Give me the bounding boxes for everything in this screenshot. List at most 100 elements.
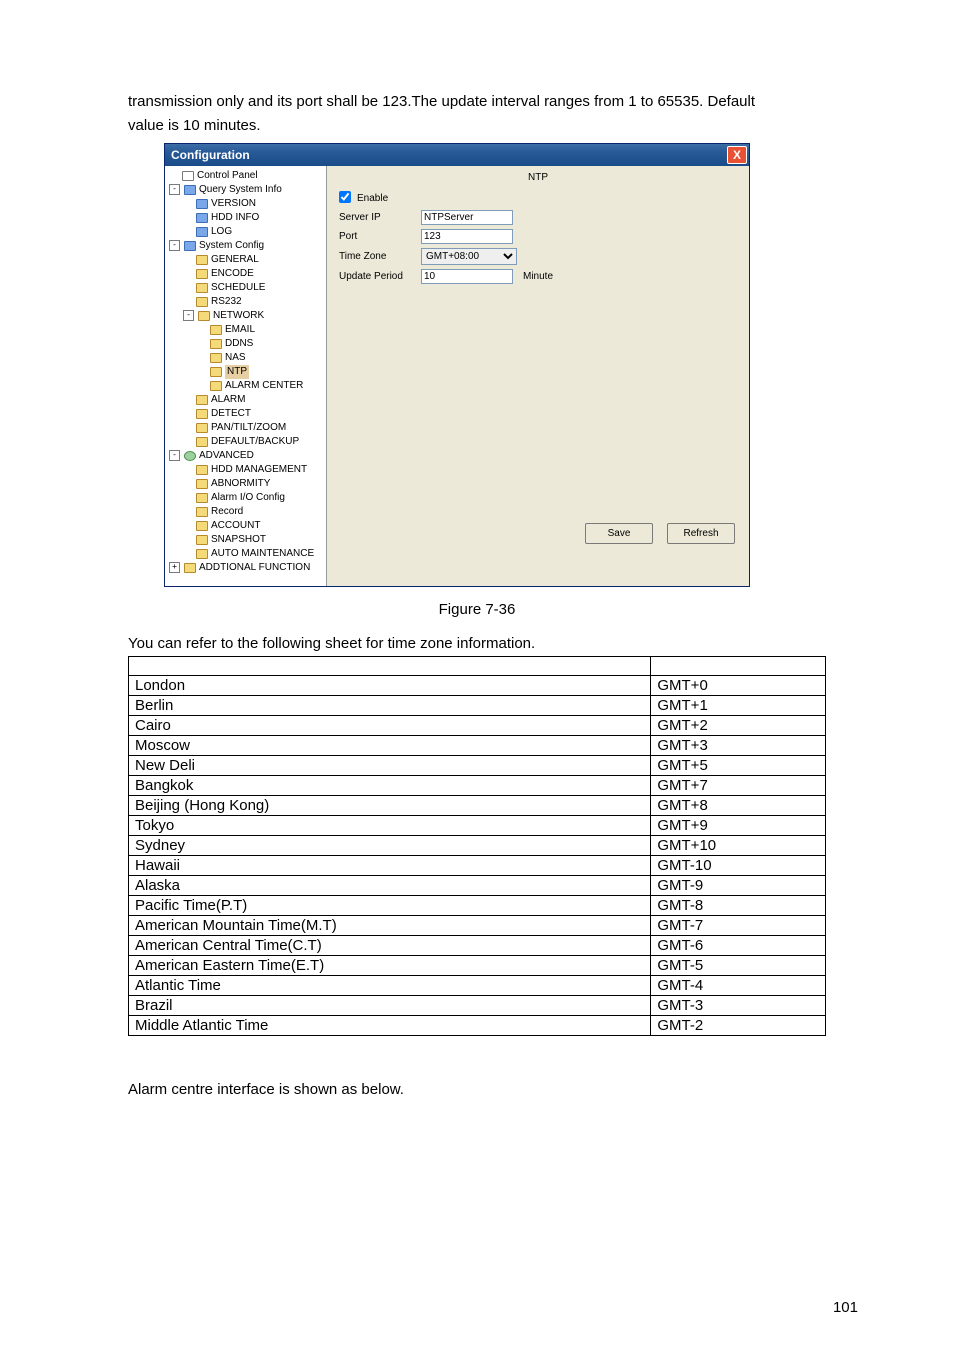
tree-log[interactable]: LOG bbox=[183, 225, 322, 239]
tree-control-panel[interactable]: Control Panel bbox=[169, 169, 322, 183]
tree-alarm-center[interactable]: ALARM CENTER bbox=[197, 379, 322, 393]
enable-checkbox[interactable] bbox=[339, 191, 351, 203]
tree-rs232[interactable]: RS232 bbox=[183, 295, 322, 309]
tree-auto-maintenance[interactable]: AUTO MAINTENANCE bbox=[183, 547, 322, 561]
tree-ntp[interactable]: NTP bbox=[197, 365, 322, 379]
timezone-offset: GMT-3 bbox=[651, 995, 826, 1015]
config-tree: Control Panel - Query System Info VERSIO… bbox=[169, 169, 322, 575]
table-row: American Eastern Time(E.T)GMT-5 bbox=[129, 955, 826, 975]
folder-icon bbox=[196, 297, 208, 307]
folder-icon bbox=[196, 535, 208, 545]
folder-icon bbox=[196, 493, 208, 503]
collapse-icon[interactable]: - bbox=[183, 310, 194, 321]
tree-hdd-management[interactable]: HDD MANAGEMENT bbox=[183, 463, 322, 477]
table-row: BrazilGMT-3 bbox=[129, 995, 826, 1015]
tree-record[interactable]: Record bbox=[183, 505, 322, 519]
folder-icon bbox=[198, 311, 210, 321]
update-period-input[interactable] bbox=[421, 269, 513, 284]
update-period-label: Update Period bbox=[339, 271, 421, 282]
timezone-city: Beijing (Hong Kong) bbox=[129, 795, 651, 815]
tree-snapshot[interactable]: SNAPSHOT bbox=[183, 533, 322, 547]
timezone-offset: GMT-2 bbox=[651, 1015, 826, 1035]
timezone-offset: GMT+3 bbox=[651, 735, 826, 755]
collapse-icon[interactable]: - bbox=[169, 184, 180, 195]
refresh-button[interactable]: Refresh bbox=[667, 523, 735, 544]
collapse-icon[interactable]: - bbox=[169, 450, 180, 461]
folder-icon bbox=[210, 353, 222, 363]
port-input[interactable] bbox=[421, 229, 513, 244]
timezone-city: Alaska bbox=[129, 875, 651, 895]
timezone-city: Atlantic Time bbox=[129, 975, 651, 995]
folder-icon bbox=[196, 409, 208, 419]
timezone-city: New Deli bbox=[129, 755, 651, 775]
folder-icon bbox=[184, 241, 196, 251]
update-period-unit: Minute bbox=[523, 271, 553, 282]
tree-ddns[interactable]: DDNS bbox=[197, 337, 322, 351]
tree-detect[interactable]: DETECT bbox=[183, 407, 322, 421]
figure-caption: Figure 7-36 bbox=[128, 601, 826, 618]
folder-icon bbox=[196, 395, 208, 405]
folder-icon bbox=[196, 255, 208, 265]
table-row: SydneyGMT+10 bbox=[129, 835, 826, 855]
timezone-offset: GMT+10 bbox=[651, 835, 826, 855]
table-row: BangkokGMT+7 bbox=[129, 775, 826, 795]
tree-encode[interactable]: ENCODE bbox=[183, 267, 322, 281]
enable-label: Enable bbox=[357, 193, 388, 204]
tree-schedule[interactable]: SCHEDULE bbox=[183, 281, 322, 295]
timezone-offset: GMT-4 bbox=[651, 975, 826, 995]
tree-network[interactable]: - NETWORK bbox=[183, 309, 322, 323]
table-row: Pacific Time(P.T)GMT-8 bbox=[129, 895, 826, 915]
tree-advanced[interactable]: - ADVANCED bbox=[169, 449, 322, 463]
folder-icon bbox=[196, 437, 208, 447]
folder-icon bbox=[196, 521, 208, 531]
tree-hdd-info[interactable]: HDD INFO bbox=[183, 211, 322, 225]
tree-default-backup[interactable]: DEFAULT/BACKUP bbox=[183, 435, 322, 449]
folder-icon bbox=[196, 269, 208, 279]
table-row: HawaiiGMT-10 bbox=[129, 855, 826, 875]
table-row: American Central Time(C.T)GMT-6 bbox=[129, 935, 826, 955]
page-number: 101 bbox=[833, 1299, 858, 1316]
tree-alarm-io[interactable]: Alarm I/O Config bbox=[183, 491, 322, 505]
folder-icon bbox=[196, 465, 208, 475]
timezone-offset: GMT+8 bbox=[651, 795, 826, 815]
folder-icon bbox=[210, 367, 222, 377]
collapse-icon[interactable]: - bbox=[169, 240, 180, 251]
table-row: AlaskaGMT-9 bbox=[129, 875, 826, 895]
timezone-offset: GMT+2 bbox=[651, 715, 826, 735]
timezone-offset: GMT+0 bbox=[651, 675, 826, 695]
timezone-select[interactable]: GMT+08:00 bbox=[421, 248, 517, 265]
tree-query-system-info[interactable]: - Query System Info bbox=[169, 183, 322, 197]
tree-email[interactable]: EMAIL bbox=[197, 323, 322, 337]
table-row: New DeliGMT+5 bbox=[129, 755, 826, 775]
tree-nas[interactable]: NAS bbox=[197, 351, 322, 365]
timezone-city: American Eastern Time(E.T) bbox=[129, 955, 651, 975]
close-icon[interactable]: X bbox=[727, 146, 747, 164]
configuration-window: Configuration X Control Panel bbox=[164, 143, 750, 587]
folder-icon bbox=[196, 227, 208, 237]
table-row: LondonGMT+0 bbox=[129, 675, 826, 695]
table-row: TokyoGMT+9 bbox=[129, 815, 826, 835]
timezone-table: LondonGMT+0BerlinGMT+1CairoGMT+2MoscowGM… bbox=[128, 656, 826, 1036]
tree-general[interactable]: GENERAL bbox=[183, 253, 322, 267]
timezone-city: Bangkok bbox=[129, 775, 651, 795]
intro-line-1: transmission only and its port shall be … bbox=[128, 92, 826, 112]
timezone-offset: GMT-5 bbox=[651, 955, 826, 975]
tree-additional-function[interactable]: + ADDTIONAL FUNCTION bbox=[169, 561, 322, 575]
tree-system-config[interactable]: - System Config bbox=[169, 239, 322, 253]
tree-account[interactable]: ACCOUNT bbox=[183, 519, 322, 533]
expand-icon[interactable]: + bbox=[169, 562, 180, 573]
tree-pantiltzoom[interactable]: PAN/TILT/ZOOM bbox=[183, 421, 322, 435]
table-row: American Mountain Time(M.T)GMT-7 bbox=[129, 915, 826, 935]
tree-abnormity[interactable]: ABNORMITY bbox=[183, 477, 322, 491]
folder-icon bbox=[196, 423, 208, 433]
save-button[interactable]: Save bbox=[585, 523, 653, 544]
tree-version[interactable]: VERSION bbox=[183, 197, 322, 211]
timezone-city: Hawaii bbox=[129, 855, 651, 875]
timezone-offset: GMT-8 bbox=[651, 895, 826, 915]
timezone-city: Pacific Time(P.T) bbox=[129, 895, 651, 915]
folder-icon bbox=[196, 479, 208, 489]
timezone-city: Berlin bbox=[129, 695, 651, 715]
tree-alarm[interactable]: ALARM bbox=[183, 393, 322, 407]
folder-icon bbox=[210, 339, 222, 349]
server-ip-input[interactable] bbox=[421, 210, 513, 225]
